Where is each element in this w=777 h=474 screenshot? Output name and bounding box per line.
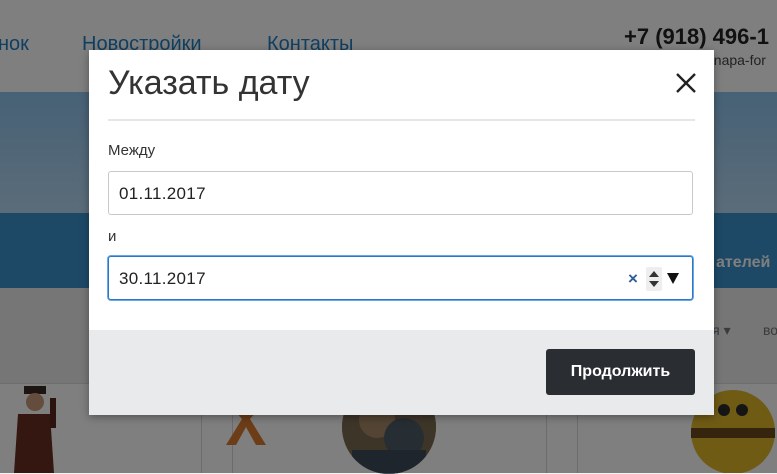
close-icon[interactable] — [671, 68, 701, 98]
from-date-label: Между — [108, 142, 156, 159]
from-date-input[interactable]: 01.11.2017 — [108, 171, 693, 215]
modal-title: Указать дату — [108, 64, 310, 102]
title-divider — [108, 119, 695, 121]
modal-footer: Продолжить — [89, 330, 714, 415]
to-date-input[interactable]: 30.11.2017 × — [108, 256, 693, 300]
to-date-label: и — [108, 228, 117, 245]
continue-button[interactable]: Продолжить — [546, 349, 695, 395]
calendar-dropdown-icon[interactable] — [667, 273, 679, 284]
from-date-value: 01.11.2017 — [119, 184, 206, 203]
date-spinner[interactable] — [646, 267, 662, 291]
to-date-value: 30.11.2017 — [119, 269, 206, 288]
spin-down-icon[interactable] — [649, 281, 659, 287]
date-range-modal: Указать дату Между 01.11.2017 и 30.11.20… — [89, 50, 714, 415]
spin-up-icon[interactable] — [649, 271, 659, 277]
clear-date-icon[interactable]: × — [628, 270, 638, 287]
